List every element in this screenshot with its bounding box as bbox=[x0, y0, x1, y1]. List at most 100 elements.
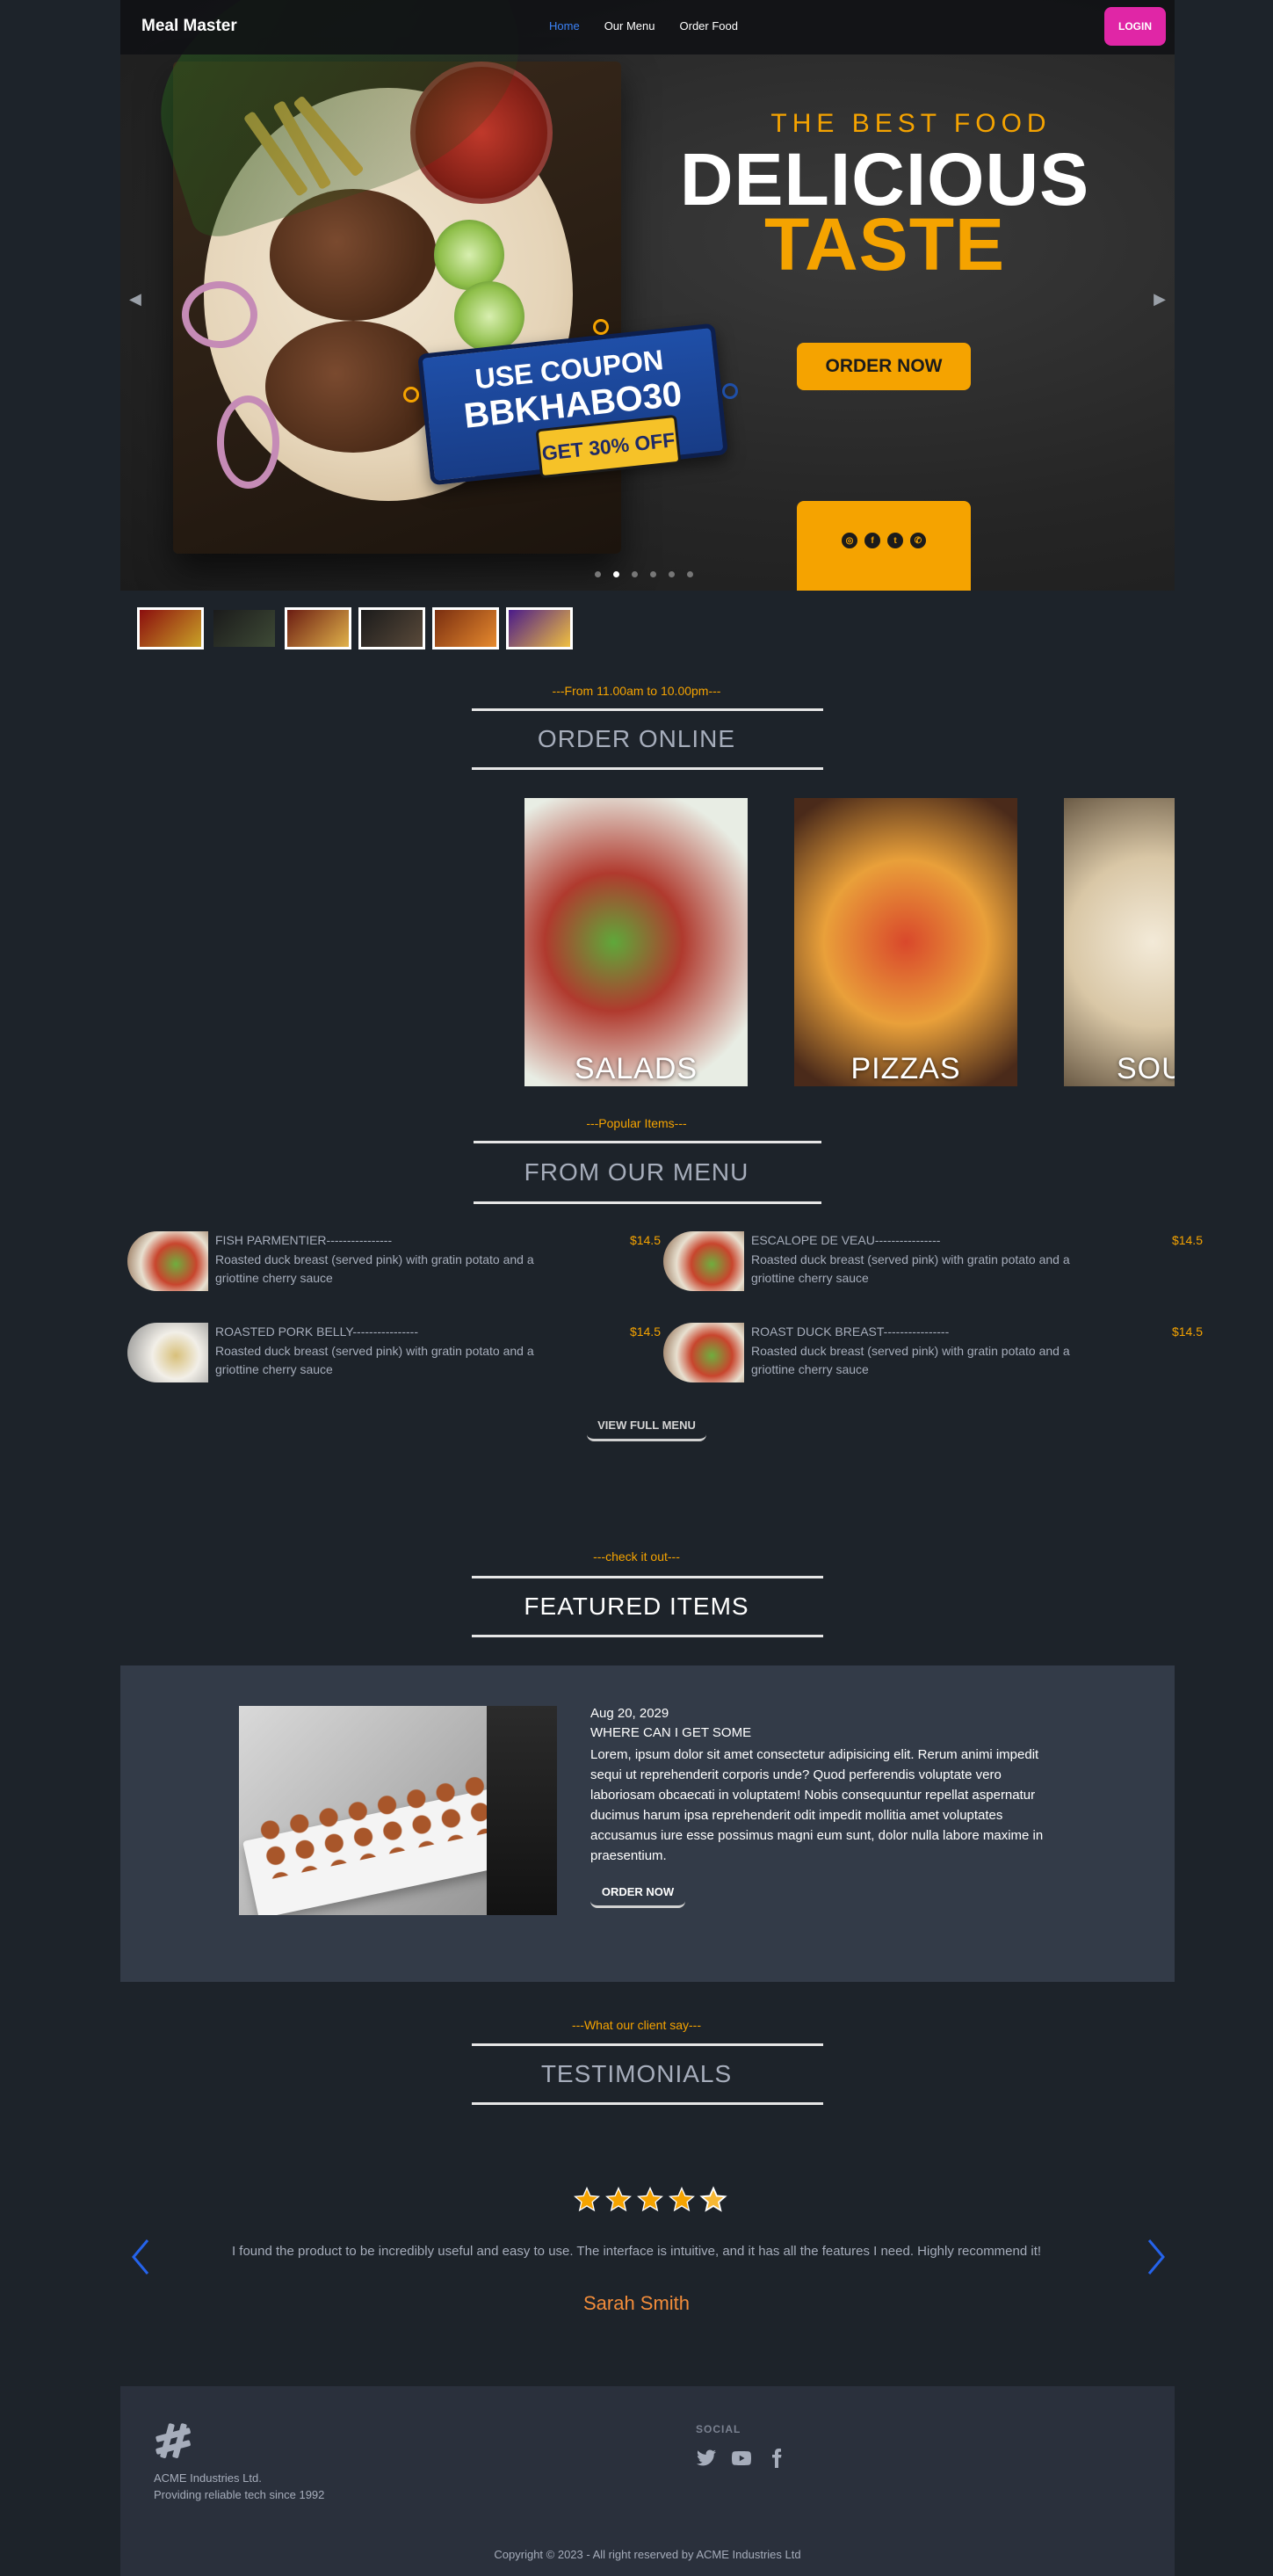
category-label: PIZZAS bbox=[850, 1052, 961, 1085]
thumbnail-3[interactable] bbox=[285, 607, 351, 649]
category-card-pizzas[interactable]: PIZZAS bbox=[794, 798, 1017, 1086]
whatsapp-icon[interactable]: ✆ bbox=[910, 533, 926, 548]
order-section-tag: ---From 11.00am to 10.00pm--- bbox=[552, 684, 721, 698]
testimonial-prev-arrow[interactable] bbox=[128, 2237, 155, 2277]
nav-link-our-menu[interactable]: Our Menu bbox=[604, 19, 655, 33]
thumbnail-1[interactable] bbox=[137, 607, 204, 649]
star-icon bbox=[574, 2187, 600, 2212]
menu-item-price: $14.5 bbox=[629, 1324, 661, 1339]
twitter-icon[interactable] bbox=[696, 2448, 717, 2469]
footer-social-links bbox=[696, 2448, 787, 2469]
menu-item-name: FISH PARMENTIER---------------- bbox=[215, 1233, 393, 1247]
category-card-salads[interactable]: SALADS bbox=[524, 798, 748, 1086]
footer-social-title: SOCIAL bbox=[696, 2423, 741, 2435]
top-navbar: Meal Master Home Our Menu Order Food LOG… bbox=[120, 0, 1175, 54]
testimonial-section-tag: ---What our client say--- bbox=[571, 2018, 702, 2032]
menu-item-image bbox=[127, 1323, 208, 1382]
footer-tagline: Providing reliable tech since 1992 bbox=[154, 2488, 325, 2501]
footer-company-name: ACME Industries Ltd. bbox=[154, 2471, 262, 2485]
hero-next-arrow[interactable]: ▶ bbox=[1154, 290, 1166, 308]
carousel-dot[interactable] bbox=[632, 571, 638, 577]
star-icon bbox=[605, 2187, 632, 2212]
featured-order-button[interactable]: ORDER NOW bbox=[590, 1878, 685, 1908]
star-icon bbox=[669, 2187, 695, 2212]
menu-item-desc: Roasted duck breast (served pink) with g… bbox=[751, 1252, 1070, 1285]
sparkle-icon bbox=[403, 387, 419, 403]
thumbnail-5[interactable] bbox=[432, 607, 499, 649]
divider bbox=[472, 2043, 823, 2046]
brand-logo[interactable]: Meal Master bbox=[141, 17, 237, 36]
carousel-dot[interactable] bbox=[669, 571, 675, 577]
menu-item-image bbox=[127, 1231, 208, 1291]
menu-item-price: $14.5 bbox=[1171, 1324, 1203, 1339]
site-footer: ACME Industries Ltd. Providing reliable … bbox=[120, 2386, 1175, 2576]
divider bbox=[472, 1635, 823, 1637]
rating-stars bbox=[573, 2186, 727, 2214]
footer-company-info: ACME Industries Ltd. Providing reliable … bbox=[154, 2470, 324, 2503]
login-button[interactable]: LOGIN bbox=[1104, 7, 1166, 46]
divider bbox=[472, 767, 823, 770]
category-card-soups[interactable]: SOUPS bbox=[1064, 798, 1175, 1086]
instagram-icon[interactable]: ◎ bbox=[842, 533, 857, 548]
company-logo-icon bbox=[156, 2423, 191, 2458]
sparkle-icon bbox=[722, 383, 738, 399]
star-icon bbox=[637, 2187, 663, 2212]
facebook-icon[interactable]: f bbox=[864, 533, 880, 548]
carousel-dot[interactable] bbox=[595, 571, 601, 577]
thumbnail-6[interactable] bbox=[506, 607, 573, 649]
carousel-dot[interactable] bbox=[687, 571, 693, 577]
divider bbox=[474, 1141, 821, 1143]
divider bbox=[472, 1576, 823, 1578]
sparkle-icon bbox=[593, 319, 609, 335]
menu-item-name: ROASTED PORK BELLY---------------- bbox=[215, 1324, 418, 1339]
youtube-icon[interactable] bbox=[731, 2448, 752, 2469]
divider bbox=[472, 708, 823, 711]
menu-section-title: FROM OUR MENU bbox=[524, 1158, 749, 1186]
nav-link-home[interactable]: Home bbox=[549, 19, 580, 33]
twitter-icon[interactable]: t bbox=[887, 533, 903, 548]
cucumber-image bbox=[454, 281, 524, 352]
onion-image bbox=[182, 281, 257, 348]
hero-title-2: TASTE bbox=[763, 203, 1006, 286]
featured-item-panel: Aug 20, 2029 WHERE CAN I GET SOME Lorem,… bbox=[120, 1665, 1175, 1982]
onion-image bbox=[217, 395, 279, 489]
featured-section-title: FEATURED ITEMS bbox=[524, 1593, 749, 1620]
featured-heading: WHERE CAN I GET SOME bbox=[590, 1725, 752, 1740]
menu-item-desc: Roasted duck breast (served pink) with g… bbox=[215, 1252, 534, 1285]
hero-carousel: USE COUPON BBKHABO30 GET 30% OFF THE BES… bbox=[120, 0, 1175, 591]
menu-item-price: $14.5 bbox=[1171, 1233, 1203, 1247]
nav-links: Home Our Menu Order Food bbox=[549, 19, 738, 33]
menu-section-tag: ---Popular Items--- bbox=[586, 1116, 687, 1130]
menu-item-image bbox=[663, 1323, 744, 1382]
footer-copyright: Copyright © 2023 - All right reserved by… bbox=[494, 2548, 801, 2561]
menu-item[interactable]: ESCALOPE DE VEAU---------------- Roasted… bbox=[663, 1231, 1203, 1296]
thumbnail-4[interactable] bbox=[358, 607, 425, 649]
hero-subtitle: THE BEST FOOD bbox=[770, 109, 1052, 138]
category-label: SOUPS bbox=[1117, 1052, 1175, 1085]
hero-prev-arrow[interactable]: ◀ bbox=[129, 290, 141, 308]
featured-item-image bbox=[239, 1706, 557, 1915]
carousel-dot-active[interactable] bbox=[613, 571, 619, 577]
divider bbox=[472, 2102, 823, 2105]
cucumber-image bbox=[434, 220, 504, 290]
menu-item-desc: Roasted duck breast (served pink) with g… bbox=[751, 1344, 1070, 1376]
menu-item[interactable]: ROASTED PORK BELLY---------------- Roast… bbox=[127, 1323, 661, 1388]
menu-item[interactable]: ROAST DUCK BREAST---------------- Roaste… bbox=[663, 1323, 1203, 1388]
featured-body: Lorem, ipsum dolor sit amet consectetur … bbox=[590, 1747, 1044, 1863]
nav-link-order-food[interactable]: Order Food bbox=[680, 19, 738, 33]
thumbnail-2[interactable] bbox=[211, 607, 278, 649]
menu-item-image bbox=[663, 1231, 744, 1291]
star-icon bbox=[699, 2186, 727, 2212]
testimonial-next-arrow[interactable] bbox=[1142, 2237, 1168, 2277]
facebook-icon[interactable] bbox=[766, 2448, 787, 2469]
carousel-dot[interactable] bbox=[650, 571, 656, 577]
menu-item-desc: Roasted duck breast (served pink) with g… bbox=[215, 1344, 534, 1376]
hero-social-box: ◎ f t ✆ bbox=[797, 501, 971, 591]
menu-item-name: ESCALOPE DE VEAU---------------- bbox=[751, 1233, 941, 1247]
menu-item-name: ROAST DUCK BREAST---------------- bbox=[751, 1324, 950, 1339]
menu-item-price: $14.5 bbox=[629, 1233, 661, 1247]
hero-order-button[interactable]: ORDER NOW bbox=[797, 343, 971, 390]
testimonial-quote: I found the product to be incredibly use… bbox=[231, 2244, 1042, 2259]
view-full-menu-button[interactable]: VIEW FULL MENU bbox=[587, 1411, 706, 1441]
menu-item[interactable]: FISH PARMENTIER---------------- Roasted … bbox=[127, 1231, 661, 1296]
